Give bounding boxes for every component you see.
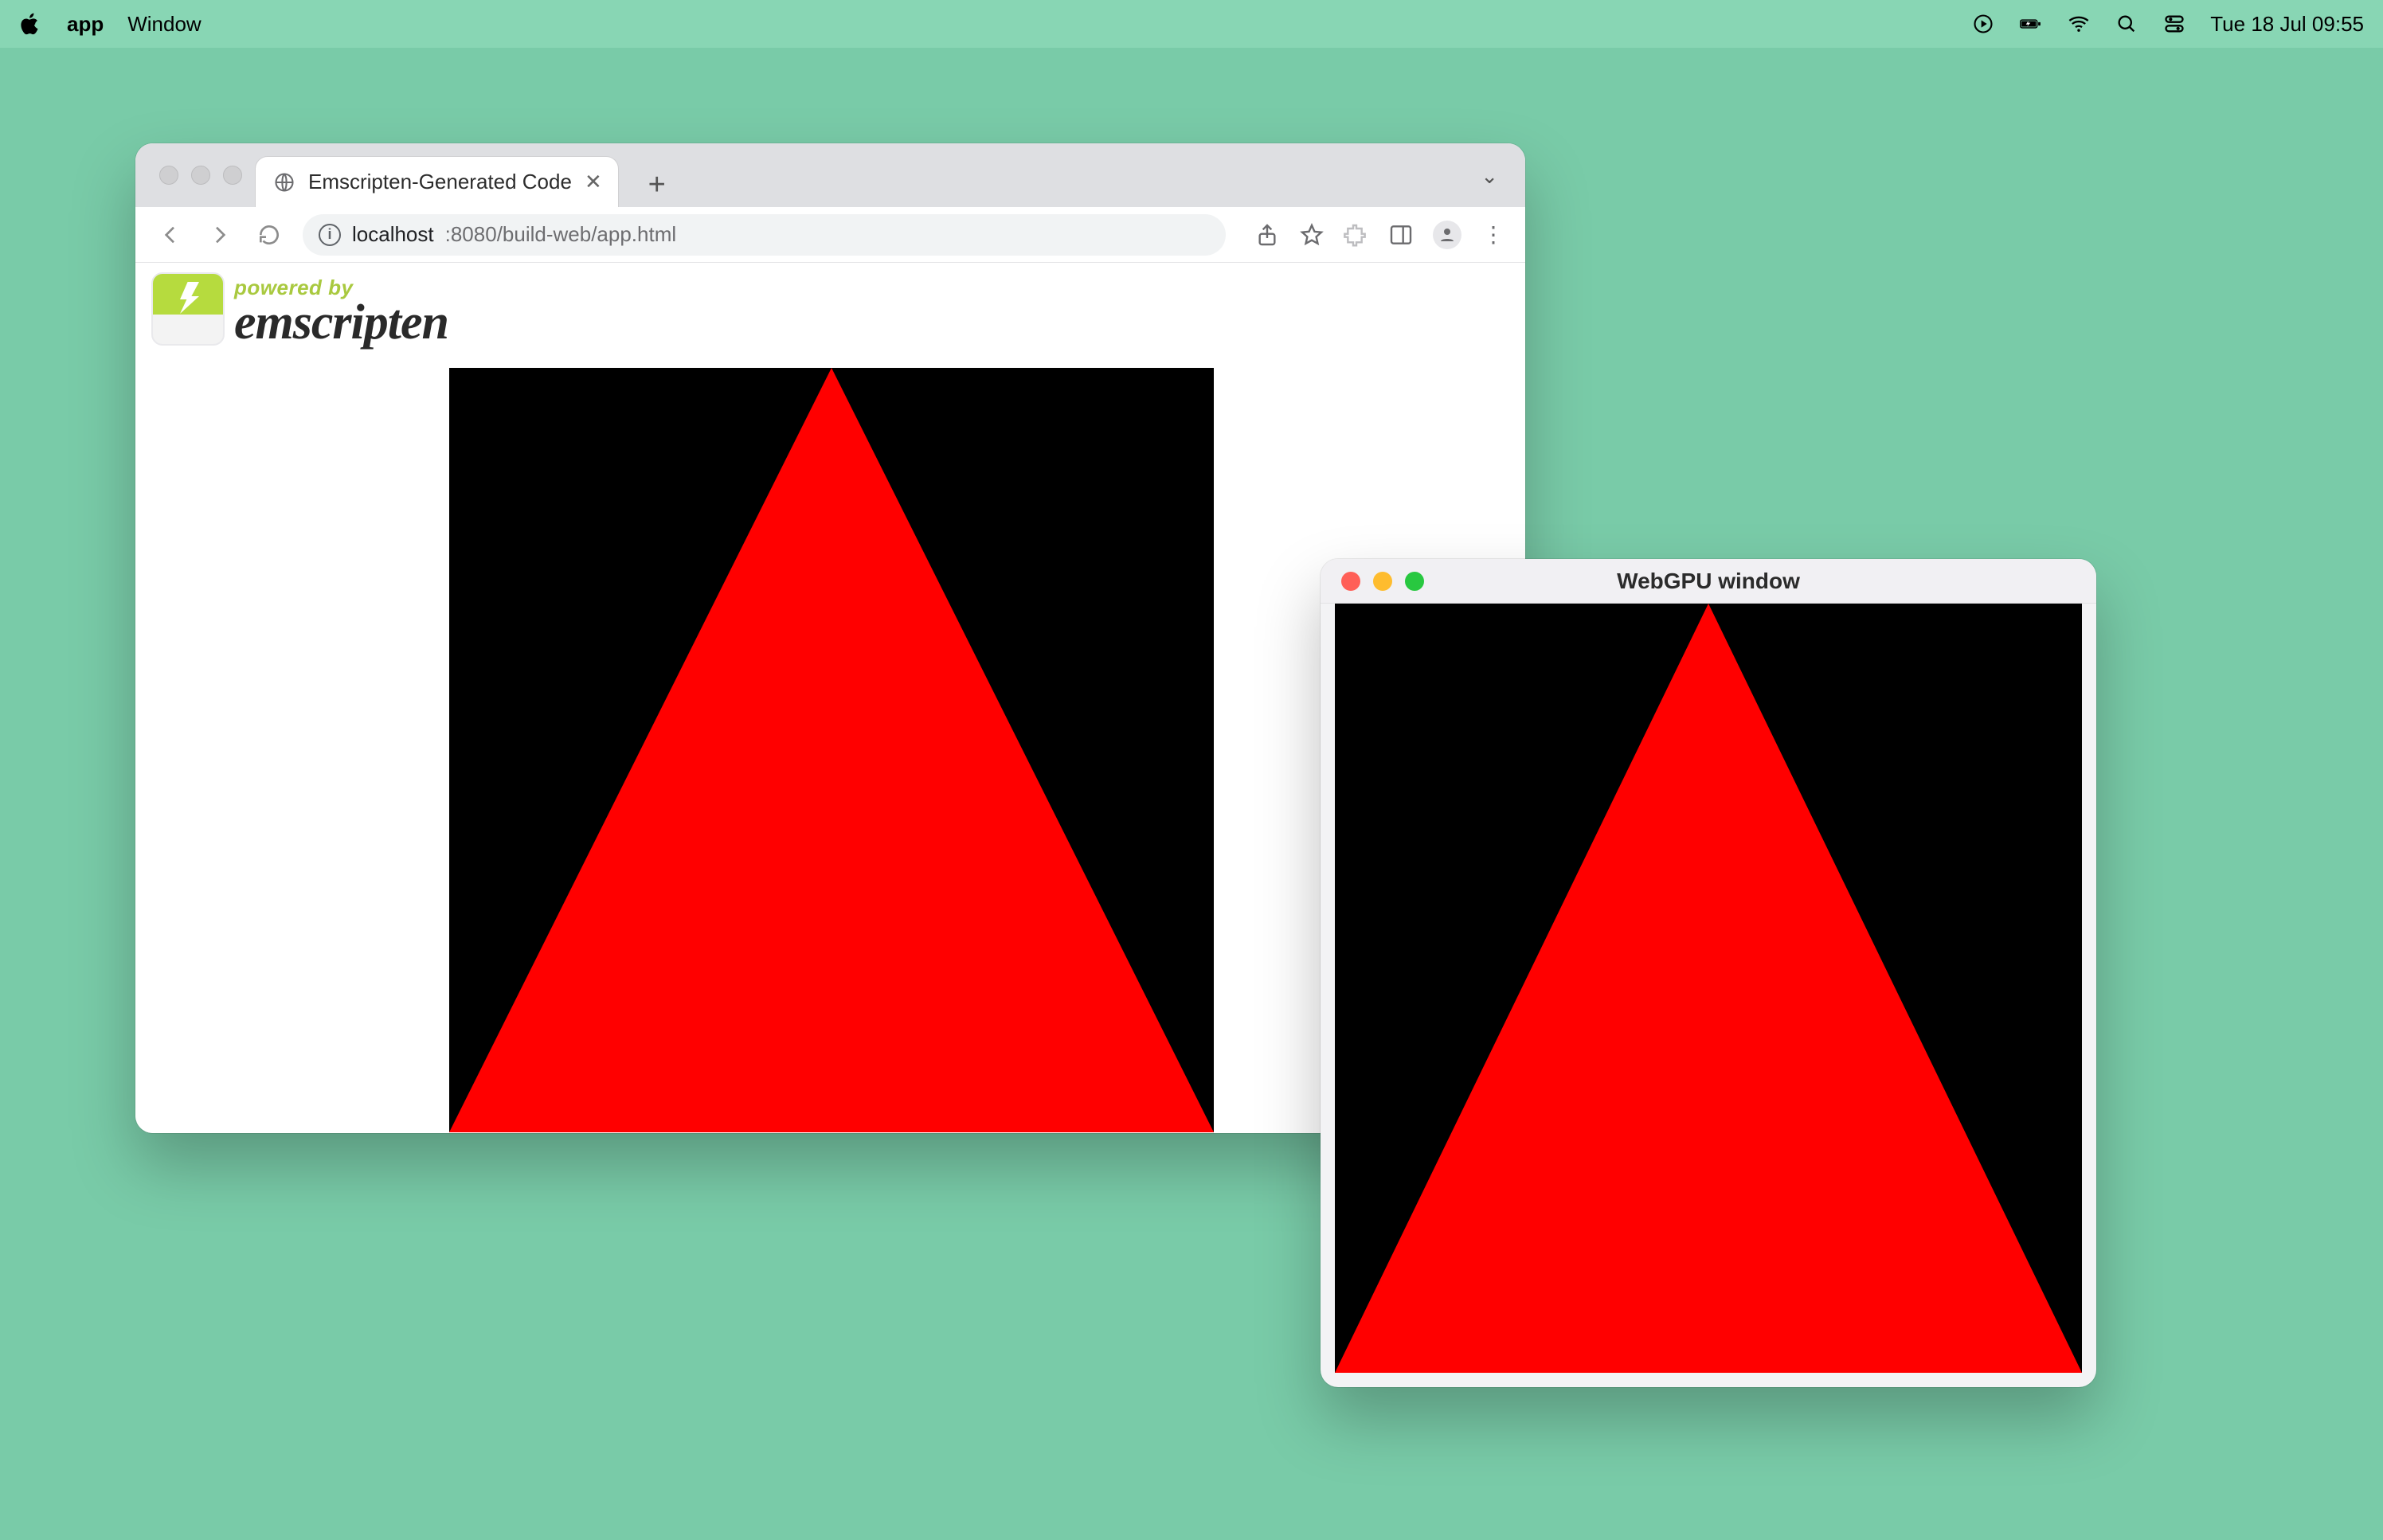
play-status-icon[interactable] <box>1971 12 1995 36</box>
battery-icon[interactable] <box>2019 12 2043 36</box>
apple-menu-icon[interactable] <box>19 12 43 36</box>
traffic-close-icon[interactable] <box>1341 572 1360 591</box>
tab-title: Emscripten-Generated Code <box>308 170 572 194</box>
chrome-window: Emscripten-Generated Code ✕ + ⌄ i localh… <box>135 143 1525 1133</box>
native-canvas[interactable] <box>1335 604 2082 1373</box>
url-path: :8080/build-web/app.html <box>445 222 677 247</box>
chrome-tab-strip: Emscripten-Generated Code ✕ + ⌄ <box>135 143 1525 207</box>
traffic-close-icon[interactable] <box>159 166 178 185</box>
tab-list-chevron-icon[interactable]: ⌄ <box>1481 164 1498 189</box>
nav-reload-button[interactable] <box>253 219 285 251</box>
extensions-icon[interactable] <box>1344 222 1369 248</box>
tab-close-icon[interactable]: ✕ <box>585 170 602 194</box>
traffic-min-icon[interactable] <box>191 166 210 185</box>
chrome-page-content: powered by emscripten <box>135 263 1525 1133</box>
window-traffic-lights-disabled <box>159 166 242 185</box>
menubar-clock[interactable]: Tue 18 Jul 09:55 <box>2210 12 2364 37</box>
omnibox[interactable]: i localhost :8080/build-web/app.html <box>303 214 1226 256</box>
bookmark-star-icon[interactable] <box>1299 222 1325 248</box>
web-canvas[interactable] <box>449 368 1214 1132</box>
emscripten-logo-icon <box>151 272 225 346</box>
sidepanel-icon[interactable] <box>1388 222 1414 248</box>
chrome-toolbar: i localhost :8080/build-web/app.html ⋮ <box>135 207 1525 263</box>
emscripten-badge: powered by emscripten <box>147 268 458 352</box>
share-icon[interactable] <box>1254 222 1280 248</box>
wifi-icon[interactable] <box>2067 12 2091 36</box>
window-traffic-lights <box>1341 572 1424 591</box>
control-center-icon[interactable] <box>2162 12 2186 36</box>
triangle-render <box>449 368 1214 1132</box>
macos-menubar: app Window Tue 18 Jul 09:55 <box>0 0 2383 48</box>
traffic-min-icon[interactable] <box>1373 572 1392 591</box>
kebab-menu-icon[interactable]: ⋮ <box>1481 222 1506 248</box>
site-info-icon[interactable]: i <box>319 224 341 246</box>
traffic-max-icon[interactable] <box>223 166 242 185</box>
native-titlebar: WebGPU window <box>1321 559 2096 604</box>
emscripten-name-text: emscripten <box>234 298 448 347</box>
triangle-render <box>1335 604 2082 1373</box>
menubar-item-window[interactable]: Window <box>127 12 201 37</box>
native-window-title: WebGPU window <box>1617 569 1800 594</box>
nav-forward-button[interactable] <box>204 219 236 251</box>
native-window: WebGPU window <box>1321 559 2096 1387</box>
traffic-max-icon[interactable] <box>1405 572 1424 591</box>
url-host: localhost <box>352 222 434 247</box>
nav-back-button[interactable] <box>155 219 186 251</box>
profile-avatar-icon[interactable] <box>1433 221 1461 249</box>
globe-icon <box>273 171 295 193</box>
spotlight-icon[interactable] <box>2115 12 2138 36</box>
browser-tab[interactable]: Emscripten-Generated Code ✕ <box>255 156 619 207</box>
menubar-app-name[interactable]: app <box>67 12 104 37</box>
new-tab-button[interactable]: + <box>635 162 679 207</box>
